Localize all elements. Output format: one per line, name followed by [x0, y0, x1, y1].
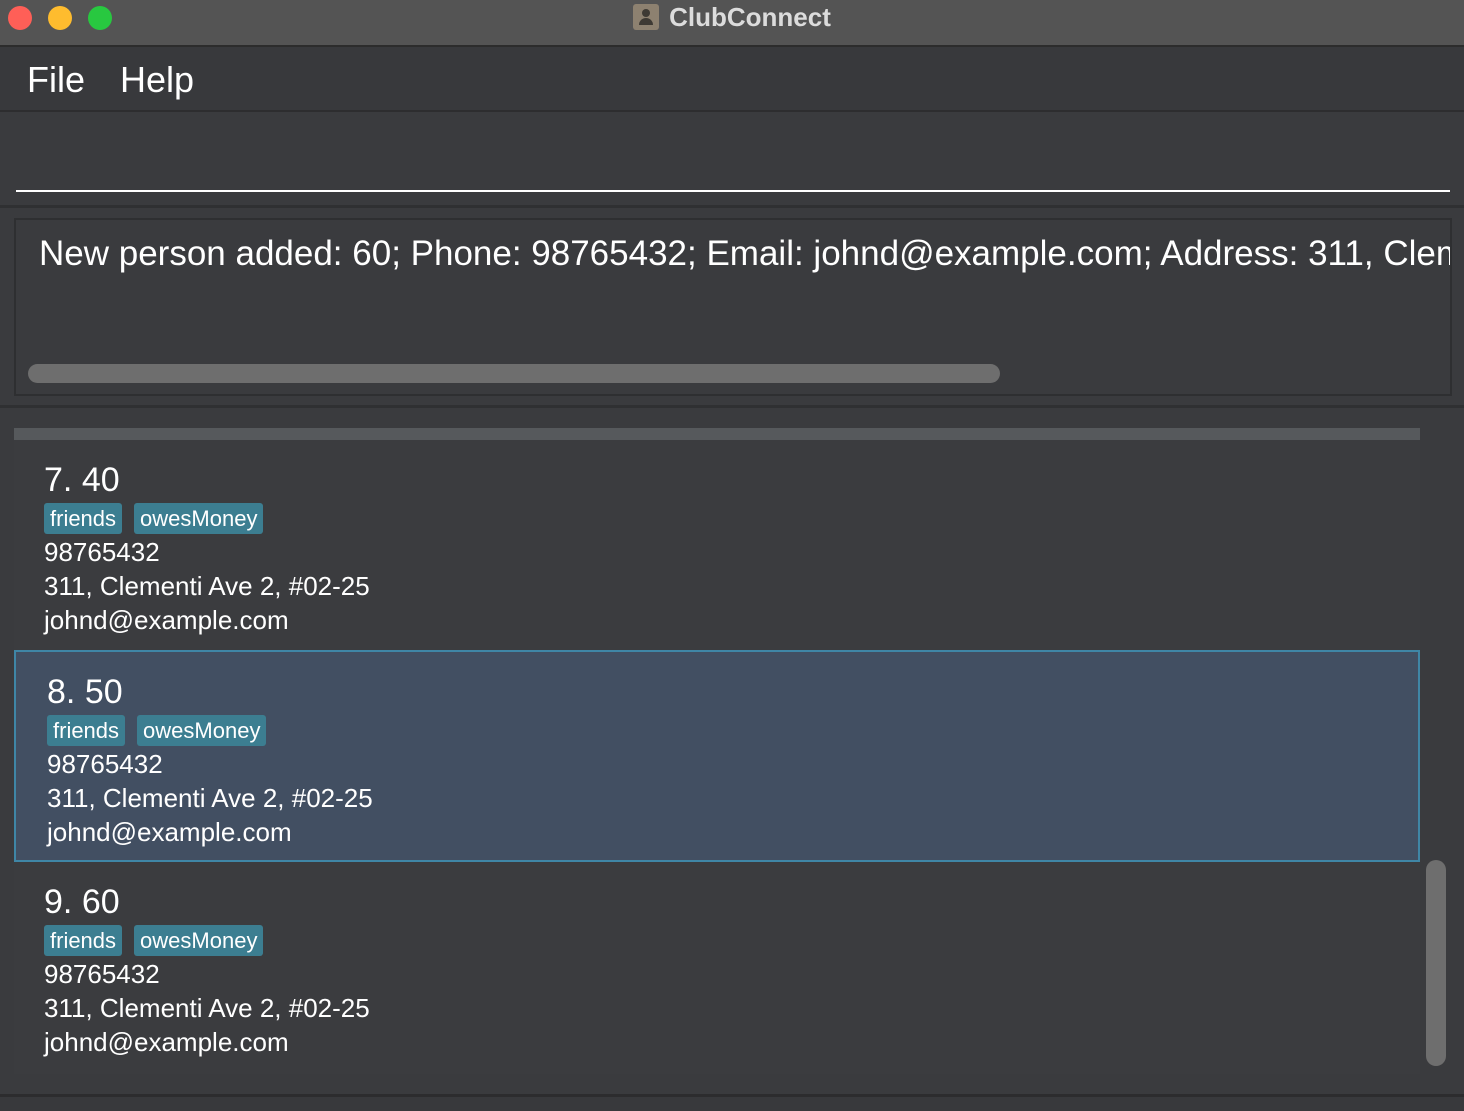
command-box — [0, 112, 1464, 208]
person-phone: 98765432 — [44, 537, 160, 567]
person-phone: 98765432 — [47, 749, 163, 779]
person-name-line: 8. 50 — [47, 672, 373, 712]
person-address: 311, Clementi Ave 2, #02-25 — [47, 783, 373, 813]
tag: owesMoney — [137, 715, 267, 746]
person-phone: 98765432 — [44, 959, 160, 989]
person-index: 8. — [47, 673, 85, 711]
list-previous-item-edge — [14, 428, 1420, 440]
tag: owesMoney — [134, 925, 264, 956]
person-name-line: 7. 40 — [44, 460, 370, 500]
tag: friends — [44, 503, 123, 534]
result-message: New person added: 60; Phone: 98765432; E… — [39, 234, 1450, 273]
menu-help[interactable]: Help — [120, 59, 194, 101]
tag: owesMoney — [134, 503, 264, 534]
person-address: 311, Clementi Ave 2, #02-25 — [44, 571, 370, 601]
result-horizontal-scrollbar[interactable] — [28, 364, 1000, 383]
person-email: johnd@example.com — [44, 1027, 289, 1057]
result-display: New person added: 60; Phone: 98765432; E… — [14, 218, 1452, 396]
person-index: 9. — [44, 883, 82, 921]
person-name: 50 — [84, 673, 123, 711]
result-display-area: New person added: 60; Phone: 98765432; E… — [0, 208, 1464, 408]
command-input[interactable] — [16, 120, 1450, 192]
person-index: 7. — [44, 461, 82, 499]
person-name: 40 — [81, 461, 120, 499]
person-card-selected[interactable]: 8. 50 friends owesMoney 98765432 311, Cl… — [14, 650, 1420, 862]
tag: friends — [44, 925, 123, 956]
person-tags: friends owesMoney — [44, 925, 370, 957]
person-address: 311, Clementi Ave 2, #02-25 — [44, 993, 370, 1023]
person-card[interactable]: 9. 60 friends owesMoney 98765432 311, Cl… — [14, 862, 1420, 1074]
contact-book-icon — [633, 4, 660, 30]
person-tags: friends owesMoney — [44, 503, 370, 535]
person-name: 60 — [81, 883, 120, 921]
person-card[interactable]: 7. 40 friends owesMoney 98765432 311, Cl… — [14, 440, 1420, 652]
person-name-line: 9. 60 — [44, 882, 370, 922]
person-tags: friends owesMoney — [47, 715, 373, 747]
person-list: 7. 40 friends owesMoney 98765432 311, Cl… — [0, 408, 1464, 1094]
person-email: johnd@example.com — [44, 605, 289, 635]
window-title: ClubConnect — [669, 1, 831, 32]
title-bar: ClubConnect — [0, 0, 1464, 47]
menu-file[interactable]: File — [27, 59, 85, 101]
person-list-vertical-scrollbar[interactable] — [1426, 860, 1446, 1066]
status-bar — [0, 1094, 1464, 1111]
person-email: johnd@example.com — [47, 817, 292, 847]
menu-bar: File Help — [0, 47, 1464, 112]
window-title-group: ClubConnect — [0, 0, 1464, 34]
tag: friends — [47, 715, 126, 746]
